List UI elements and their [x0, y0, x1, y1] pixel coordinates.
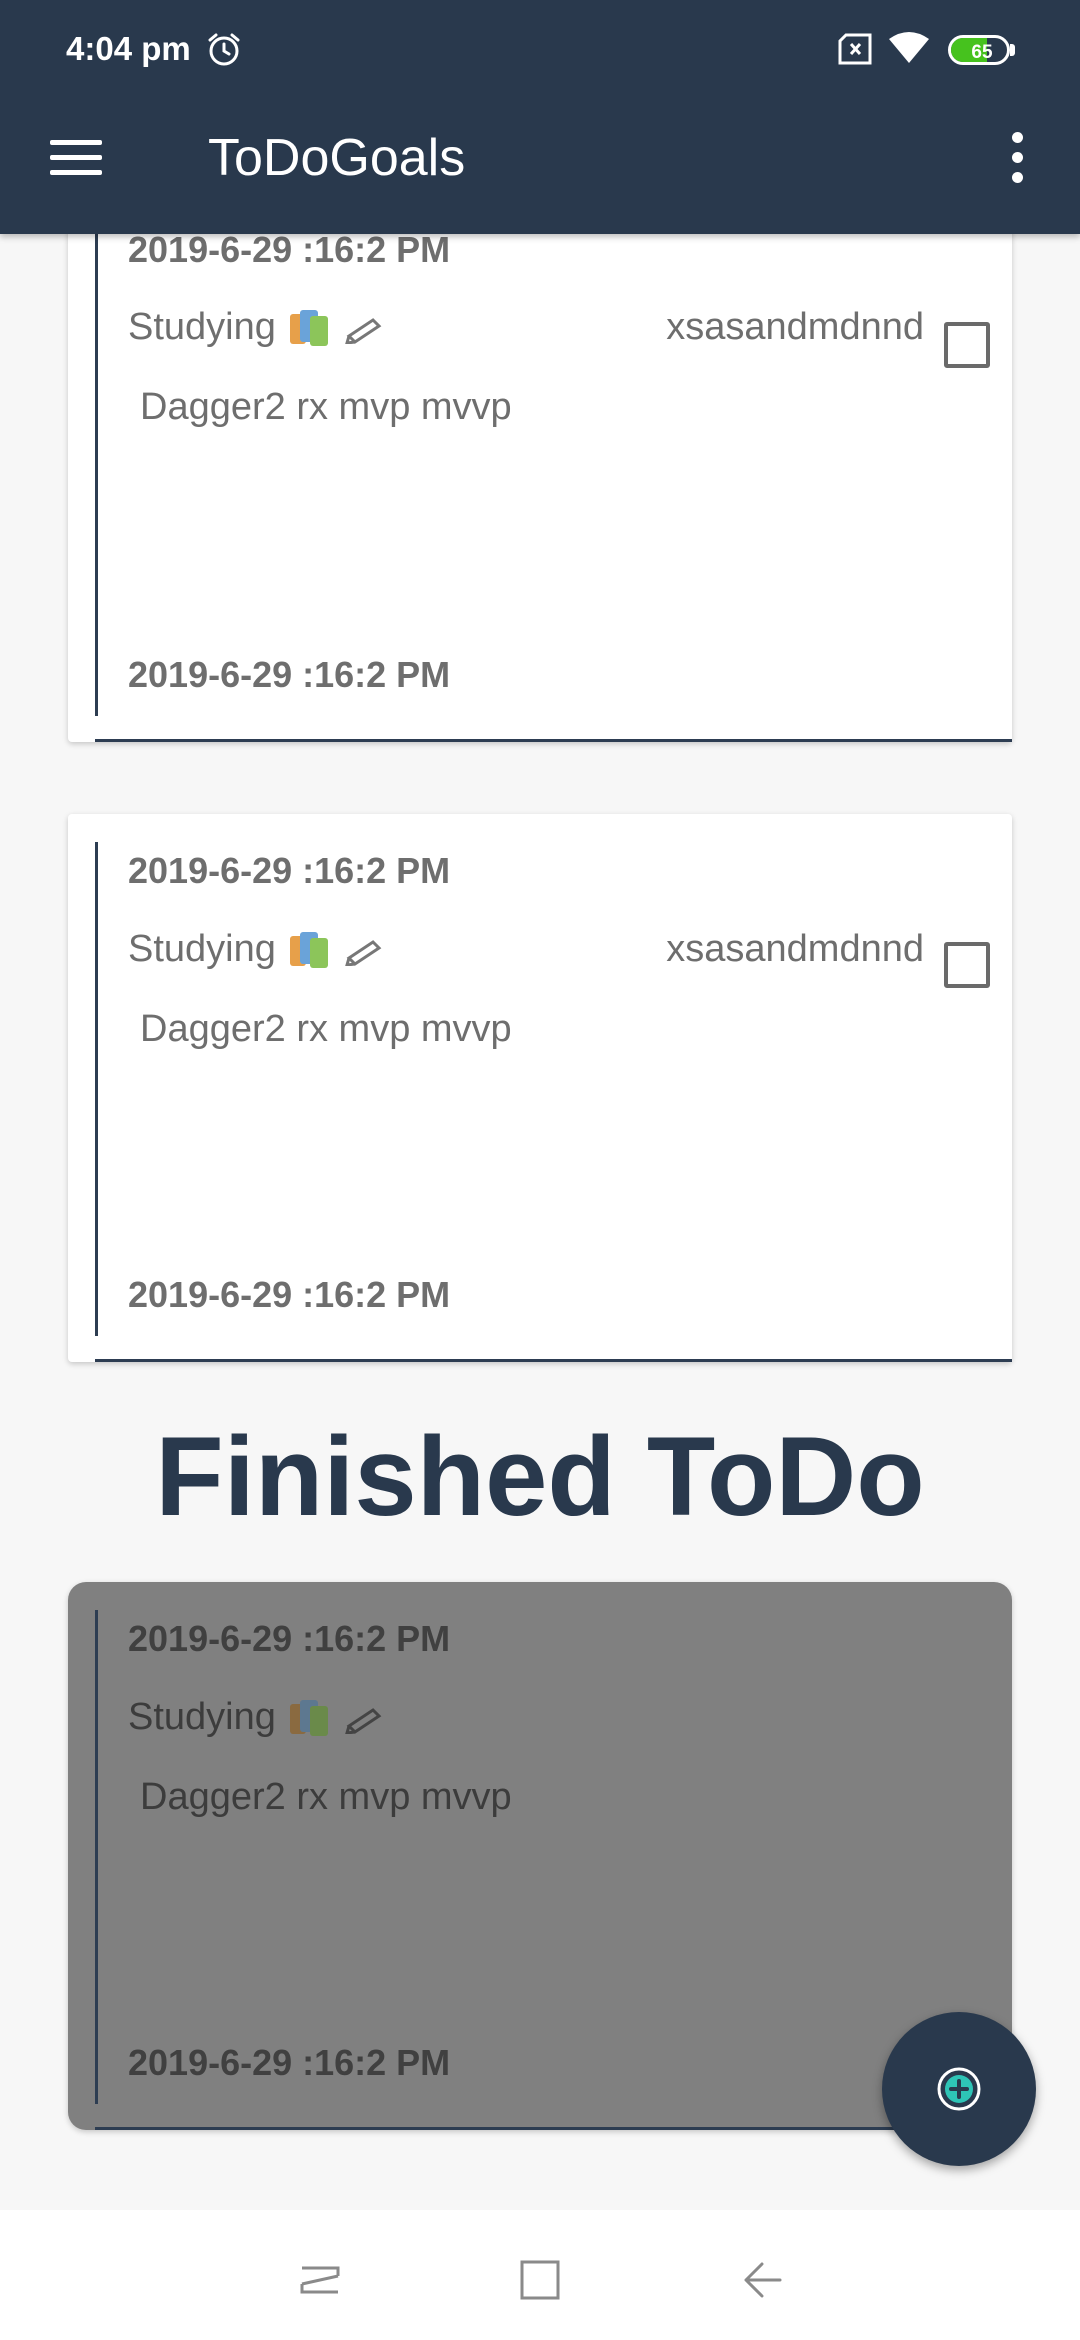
card-category: Studying: [128, 306, 385, 349]
todo-card[interactable]: 2019-6-29 :16:2 PM Studying xsasandmdnnd…: [68, 190, 1012, 742]
back-icon[interactable]: [732, 2250, 792, 2310]
todo-card[interactable]: 2019-6-29 :16:2 PM Studying xsasandmdnnd…: [68, 814, 1012, 1362]
card-created-date: 2019-6-29 :16:2 PM: [128, 229, 451, 270]
card-description: Dagger2 rx mvp mvvp: [140, 1008, 512, 1050]
battery-icon: 65: [948, 35, 1016, 65]
books-icon: [288, 931, 332, 970]
finished-section-title: Finished ToDo: [155, 1414, 925, 1539]
card-category-label: Studying: [128, 306, 276, 348]
system-nav-bar: [0, 2210, 1080, 2340]
pencil-icon: [345, 318, 382, 344]
card-category: Studying: [128, 1696, 385, 1739]
wifi-icon: [889, 32, 929, 63]
card-bottom-line: [95, 1359, 1012, 1362]
done-checkbox[interactable]: [944, 942, 990, 988]
todo-list[interactable]: 2019-6-29 :16:2 PM Studying xsasandmdnnd…: [0, 0, 1080, 2210]
card-category-label: Studying: [128, 1696, 276, 1738]
home-icon[interactable]: [510, 2250, 570, 2310]
hamburger-menu-icon[interactable]: [50, 138, 104, 178]
card-bottom-line: [95, 2127, 1012, 2130]
card-category-label: Studying: [128, 928, 276, 970]
status-time: 4:04 pm: [66, 30, 191, 67]
card-assignee: xsasandmdnnd: [666, 306, 924, 348]
card-description: Dagger2 rx mvp mvvp: [140, 1776, 512, 1818]
recents-icon[interactable]: [290, 2250, 350, 2310]
card-description: Dagger2 rx mvp mvvp: [140, 386, 512, 428]
card-accent-line: [95, 842, 98, 1336]
battery-body: 65: [948, 35, 1010, 65]
card-due-date: 2019-6-29 :16:2 PM: [128, 2042, 451, 2083]
add-todo-fab[interactable]: [882, 2012, 1036, 2166]
done-checkbox[interactable]: [944, 322, 990, 368]
books-icon: [288, 1699, 332, 1738]
add-circle-icon: [937, 2067, 981, 2111]
status-bar: 4:04 pm 65: [0, 0, 1080, 100]
pencil-icon: [345, 1708, 382, 1734]
battery-level: 65: [971, 42, 993, 63]
card-category: Studying: [128, 928, 385, 971]
card-due-date: 2019-6-29 :16:2 PM: [128, 654, 451, 695]
books-icon: [288, 309, 332, 348]
battery-tip: [1010, 44, 1015, 56]
card-bottom-line: [95, 739, 1012, 742]
alarm-icon: [208, 33, 240, 66]
card-accent-line: [95, 190, 98, 716]
card-created-date: 2019-6-29 :16:2 PM: [128, 1618, 451, 1659]
finished-todo-card[interactable]: 2019-6-29 :16:2 PM Studying Dagger2 rx m…: [68, 1582, 1012, 2130]
sim-off-icon: [838, 33, 872, 65]
app-bar: 4:04 pm 65 ToDoGoals: [0, 0, 1080, 234]
more-vert-icon[interactable]: [1006, 130, 1030, 186]
pencil-icon: [345, 940, 382, 966]
card-accent-line: [95, 1610, 98, 2104]
app-title: ToDoGoals: [208, 129, 466, 187]
card-created-date: 2019-6-29 :16:2 PM: [128, 850, 451, 891]
card-due-date: 2019-6-29 :16:2 PM: [128, 1274, 451, 1315]
card-assignee: xsasandmdnnd: [666, 928, 924, 970]
